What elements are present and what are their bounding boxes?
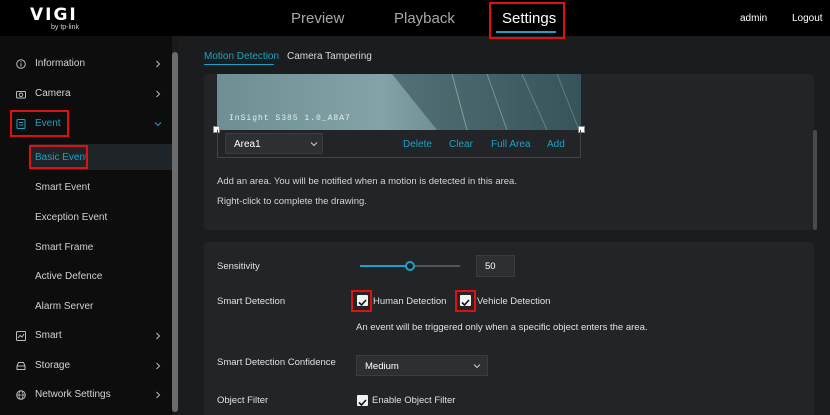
smart-detection-label: Smart Detection <box>217 296 286 307</box>
top-bar: VIGI by tp-link Preview Playback Setting… <box>0 0 830 39</box>
highlight-vehicle-checkbox <box>455 290 476 312</box>
object-filter-option-label[interactable]: Enable Object Filter <box>372 395 455 406</box>
user-name[interactable]: admin <box>740 13 767 24</box>
human-detection-label[interactable]: Human Detection <box>373 296 446 307</box>
area-help-text: Add an area. You will be notified when a… <box>217 176 517 187</box>
sidebar-subitem-exception-event[interactable]: Exception Event <box>35 212 107 223</box>
subtab-indicator <box>204 64 274 65</box>
sidebar-item-label: Storage <box>35 360 71 371</box>
full-area-button[interactable]: Full Area <box>491 139 530 150</box>
sensitivity-input[interactable]: 50 <box>476 255 515 277</box>
logo-subtext: by tp-link <box>51 24 80 31</box>
chevron-down-icon <box>473 364 481 369</box>
sidebar-item-label: Information <box>35 58 86 69</box>
sidebar-item-network-settings[interactable]: Network Settings <box>0 381 172 411</box>
preview-overlay-text: InSight S385 1.0_A8A7 <box>229 114 351 123</box>
vigi-logo: VIGI by tp-link <box>30 5 100 33</box>
delete-area-button[interactable]: Delete <box>403 139 432 150</box>
smart-detection-note: An event will be triggered only when a s… <box>356 322 648 333</box>
storage-icon <box>16 362 26 370</box>
sidebar-subitem-alarm-server[interactable]: Alarm Server <box>35 301 93 312</box>
sidebar-scrollbar-thumb[interactable] <box>172 52 178 412</box>
sidebar-item-information[interactable]: Information <box>0 50 172 80</box>
sidebar-item-camera[interactable]: Camera <box>0 80 172 110</box>
sidebar-item-storage[interactable]: Storage <box>0 352 172 382</box>
vehicle-detection-label[interactable]: Vehicle Detection <box>477 296 550 307</box>
highlight-event-item <box>10 110 69 137</box>
camera-preview[interactable]: InSight S385 1.0_A8A7 <box>217 74 581 130</box>
sidebar-item-label: Camera <box>35 88 71 99</box>
highlight-human-checkbox <box>351 290 372 312</box>
chevron-down-icon <box>154 122 162 127</box>
tab-camera-tampering[interactable]: Camera Tampering <box>287 51 372 62</box>
confidence-label: Smart Detection Confidence <box>217 357 336 368</box>
sidebar-item-label: Network Settings <box>35 389 111 400</box>
object-filter-checkbox[interactable] <box>357 395 368 407</box>
sensitivity-slider-knob[interactable] <box>405 261 415 271</box>
clear-area-button[interactable]: Clear <box>449 139 473 150</box>
area-select-value: Area1 <box>234 139 261 150</box>
highlight-basic-event <box>29 145 88 169</box>
chevron-right-icon <box>156 362 161 370</box>
sidebar-item-smart[interactable]: Smart <box>0 322 172 352</box>
add-area-button[interactable]: Add <box>547 139 565 150</box>
sidebar-subitem-smart-frame[interactable]: Smart Frame <box>35 242 93 253</box>
sidebar-subitem-active-defence[interactable]: Active Defence <box>35 271 102 282</box>
logout-button[interactable]: Logout <box>792 13 823 24</box>
chevron-right-icon <box>156 90 161 98</box>
network-icon <box>16 390 26 400</box>
chevron-right-icon <box>156 60 161 68</box>
info-icon <box>16 59 26 69</box>
sensitivity-label: Sensitivity <box>217 261 260 272</box>
chevron-down-icon <box>310 142 318 147</box>
sensitivity-value: 50 <box>485 261 496 272</box>
check-icon <box>358 399 367 407</box>
area-select[interactable]: Area1 <box>225 133 323 154</box>
chevron-right-icon <box>156 391 161 399</box>
confidence-value: Medium <box>365 361 399 372</box>
camera-icon <box>16 91 26 99</box>
chevron-right-icon <box>156 332 161 340</box>
highlight-settings-tab <box>489 2 565 39</box>
object-filter-label: Object Filter <box>217 395 269 406</box>
sidebar-subitem-smart-event[interactable]: Smart Event <box>35 182 90 193</box>
sidebar-item-label: Smart <box>35 330 62 341</box>
drawing-help-text: Right-click to complete the drawing. <box>217 196 367 207</box>
tab-motion-detection[interactable]: Motion Detection <box>204 51 279 62</box>
smart-icon <box>16 331 26 341</box>
sensitivity-slider-fill <box>360 265 410 267</box>
confidence-select[interactable]: Medium <box>356 355 488 376</box>
tab-playback[interactable]: Playback <box>394 10 455 27</box>
logo-text: VIGI <box>30 5 78 25</box>
tab-preview[interactable]: Preview <box>291 10 344 27</box>
content-scrollbar[interactable] <box>813 130 817 230</box>
